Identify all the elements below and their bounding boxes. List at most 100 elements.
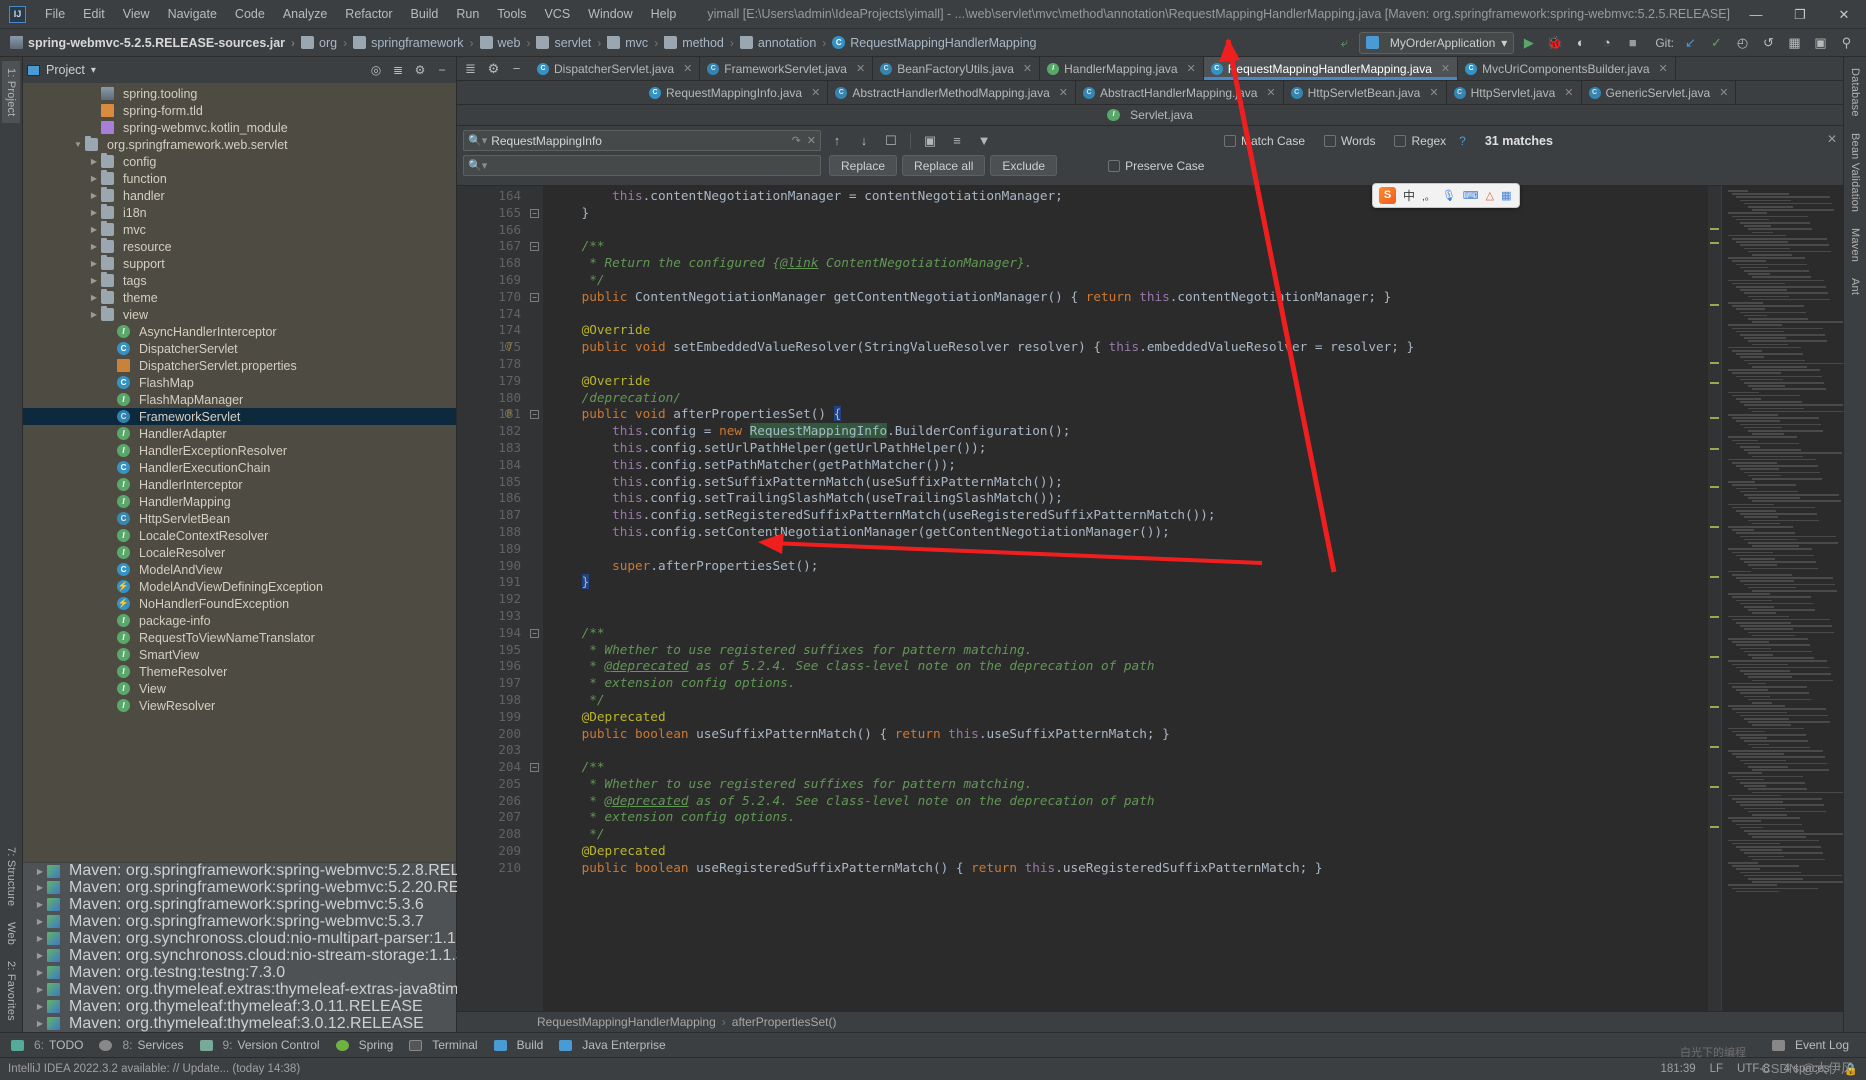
library-row[interactable]: ▶ Maven: org.synchronoss.cloud:nio-stream… <box>23 947 465 964</box>
editor-tab-mvcuricomponentsbuilder-java[interactable]: C MvcUriComponentsBuilder.java ✕ <box>1458 57 1676 80</box>
stripe-mark[interactable] <box>1710 706 1719 708</box>
editor-tab-beanfactoryutils-java[interactable]: C BeanFactoryUtils.java ✕ <box>873 57 1041 80</box>
menu-tools[interactable]: Tools <box>488 4 535 24</box>
sidebar-item-structure[interactable]: 7: Structure <box>2 840 20 913</box>
sidebar-item-ant[interactable]: Ant <box>1846 271 1864 302</box>
sidebar-item-favorites[interactable]: 2: Favorites <box>2 954 20 1028</box>
menu-run[interactable]: Run <box>447 4 488 24</box>
tree-row[interactable]: ▶ mvc <box>23 221 456 238</box>
bottom-tool-event-log[interactable]: Event Log <box>1765 1035 1856 1055</box>
run-with-coverage-button[interactable]: ◐ <box>1569 31 1592 54</box>
chevron-right-icon[interactable]: ▶ <box>33 985 47 994</box>
run-button[interactable]: ▶ <box>1517 31 1540 54</box>
settings-icon[interactable]: ▣ <box>1809 31 1832 54</box>
fold-toggle-icon[interactable]: − <box>530 242 539 252</box>
close-icon[interactable]: ✕ <box>1564 86 1573 99</box>
library-row[interactable]: ▶ Maven: org.thymeleaf:thymeleaf:3.0.12.R… <box>23 1015 456 1032</box>
sidebar-item-database[interactable]: Database <box>1846 61 1864 124</box>
stripe-mark[interactable] <box>1710 616 1719 618</box>
close-icon[interactable]: ✕ <box>1441 62 1450 75</box>
tree-row[interactable]: C FrameworkServlet <box>23 408 456 425</box>
breadcrumb-item-jar[interactable]: spring-webmvc-5.2.5.RELEASE-sources.jar … <box>10 36 301 50</box>
chevron-right-icon[interactable]: ▶ <box>87 276 101 285</box>
chevron-right-icon[interactable]: ▶ <box>87 191 101 200</box>
gear-icon[interactable]: ⚙ <box>482 57 505 80</box>
tree-row[interactable]: spring-webmvc.kotlin_module <box>23 119 456 136</box>
sidebar-item-maven[interactable]: Maven <box>1846 221 1864 269</box>
menu-view[interactable]: View <box>114 4 159 24</box>
tree-row[interactable]: ▼ org.springframework.web.servlet <box>23 136 456 153</box>
git-rollback-icon[interactable]: ↺ <box>1757 31 1780 54</box>
menu-vcs[interactable]: VCS <box>535 4 579 24</box>
maximize-button[interactable]: ❐ <box>1778 0 1822 29</box>
replace-button[interactable]: Replace <box>829 155 898 176</box>
magnifier-dropdown-icon[interactable]: 🔍▾ <box>468 159 487 172</box>
tree-row[interactable]: ⚡ ModelAndViewDefiningException <box>23 578 456 595</box>
breadcrumb-item-class[interactable]: C RequestMappingHandlerMapping <box>832 36 1037 50</box>
library-row[interactable]: ▶ Maven: org.springframework:spring-webmv… <box>23 896 456 913</box>
fold-toggle-icon[interactable]: − <box>530 208 539 218</box>
fold-toggle-icon[interactable]: − <box>530 410 539 420</box>
chevron-down-icon[interactable]: ▼ <box>71 140 85 149</box>
tab-servlet-java[interactable]: Servlet.java <box>1130 108 1193 122</box>
stripe-mark[interactable] <box>1710 576 1719 578</box>
fold-toggle-icon[interactable]: − <box>530 628 539 638</box>
menu-edit[interactable]: Edit <box>74 4 114 24</box>
stripe-mark[interactable] <box>1710 656 1719 658</box>
back-arrow-icon[interactable]: ⤶ <box>1333 31 1356 54</box>
regex-checkbox[interactable]: Regex <box>1394 134 1446 148</box>
tree-row[interactable]: I HandlerExceptionResolver <box>23 442 456 459</box>
tree-row[interactable]: I ThemeResolver <box>23 663 456 680</box>
close-find-panel-button[interactable]: ✕ <box>1827 132 1837 146</box>
bottom-tool-build[interactable]: Build <box>487 1035 551 1055</box>
tree-row[interactable]: I LocaleResolver <box>23 544 456 561</box>
close-icon[interactable]: ✕ <box>1719 86 1728 99</box>
tree-row[interactable]: C HandlerExecutionChain <box>23 459 456 476</box>
sogou-logo-icon[interactable]: S <box>1379 187 1396 204</box>
tree-row[interactable]: I HandlerMapping <box>23 493 456 510</box>
library-row[interactable]: ▶ Maven: org.springframework:spring-webmv… <box>23 862 502 879</box>
close-icon[interactable]: ✕ <box>1429 86 1438 99</box>
code-editor[interactable]: 164 165−166 167−168 169 170−174 174 175 @178 179… <box>457 186 1843 1011</box>
chevron-right-icon[interactable]: ▶ <box>33 917 47 926</box>
apps-icon[interactable]: ▦ <box>1501 189 1511 202</box>
fold-toggle-icon[interactable]: − <box>530 292 539 302</box>
stop-button[interactable]: ■ <box>1621 31 1644 54</box>
code-minimap[interactable] <box>1721 186 1843 1011</box>
breadcrumb-item-org[interactable]: org › <box>301 35 353 50</box>
tree-row[interactable]: ▶ view <box>23 306 456 323</box>
magnifier-dropdown-icon[interactable]: 🔍▾ <box>468 134 487 147</box>
breadcrumb-item-method[interactable]: method › <box>664 35 740 50</box>
menu-window[interactable]: Window <box>579 4 641 24</box>
ime-floating-toolbar[interactable]: S 中 ,。 🎙 ⌨ △ ▦ <box>1372 183 1520 208</box>
tree-row[interactable]: I LocaleContextResolver <box>23 527 456 544</box>
editor-tab-requestmappinghandlermapping-java[interactable]: C RequestMappingHandlerMapping.java ✕ <box>1203 57 1459 80</box>
locate-file-icon[interactable]: ◎ <box>366 60 386 80</box>
fold-toggle-icon[interactable]: − <box>530 763 539 773</box>
ime-mode-label[interactable]: 中 <box>1403 187 1415 204</box>
project-tree[interactable]: spring.tooling spring-form.tld spring-webm… <box>23 83 456 862</box>
status-message[interactable]: IntelliJ IDEA 2022.3.2 available: // Upd… <box>8 1063 300 1075</box>
editor-tab-handlermapping-java[interactable]: I HandlerMapping.java ✕ <box>1040 57 1204 80</box>
stripe-mark[interactable] <box>1710 417 1719 419</box>
stripe-mark[interactable] <box>1710 304 1719 306</box>
tree-row[interactable]: ▶ theme <box>23 289 456 306</box>
editor-tab-abstracthandlermapping-java[interactable]: C AbstractHandlerMapping.java ✕ <box>1075 81 1284 104</box>
stripe-mark[interactable] <box>1710 382 1719 384</box>
search-everywhere-icon[interactable]: ⚲ <box>1835 31 1858 54</box>
search-input[interactable]: 🔍▾ RequestMappingInfo ↷ ✕ <box>463 130 821 151</box>
stripe-mark[interactable] <box>1710 826 1719 828</box>
chevron-right-icon[interactable]: ▶ <box>87 157 101 166</box>
ime-punctuation-label[interactable]: ,。 <box>1422 188 1435 203</box>
tree-row[interactable]: spring.tooling <box>23 85 456 102</box>
collapse-all-icon[interactable]: ≣ <box>388 60 408 80</box>
editor-tab-dispatcherservlet-java[interactable]: C DispatcherServlet.java ✕ <box>530 57 701 80</box>
breadcrumb-class[interactable]: RequestMappingHandlerMapping <box>537 1015 716 1029</box>
git-history-icon[interactable]: ◴ <box>1731 31 1754 54</box>
menu-analyze[interactable]: Analyze <box>274 4 336 24</box>
chevron-right-icon[interactable]: ▶ <box>87 174 101 183</box>
code-text[interactable]: this.contentNegotiationManager = content… <box>543 186 1708 1011</box>
library-row[interactable]: ▶ Maven: org.thymeleaf.extras:thymeleaf-e… <box>23 981 586 998</box>
chevron-right-icon[interactable]: ▶ <box>33 934 47 943</box>
tree-row[interactable]: I AsyncHandlerInterceptor <box>23 323 456 340</box>
